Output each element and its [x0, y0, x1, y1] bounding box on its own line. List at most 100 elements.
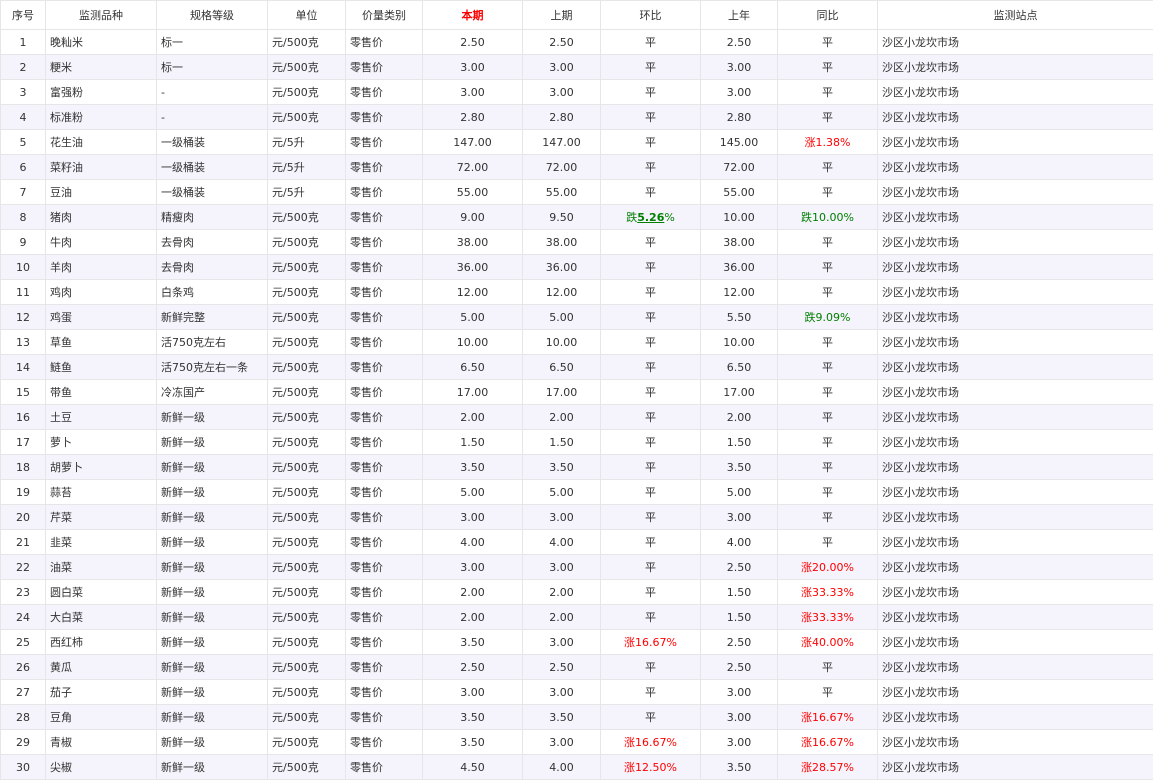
- cell-month-on-month: 平: [600, 454, 701, 480]
- cell-year-on-year: 平: [777, 479, 878, 505]
- cell-grade: 新鲜一级: [156, 704, 268, 730]
- cell-item: 带鱼: [45, 379, 157, 405]
- cell-unit: 元/500克: [267, 404, 346, 430]
- cell-year-on-year: 涨28.57%: [777, 754, 878, 780]
- cell-previous: 2.50: [522, 654, 601, 680]
- table-row: 7 豆油 一级桶装 元/5升 零售价 55.00 55.00 平 55.00 平沙区小龙坎市场: [0, 179, 1153, 205]
- cell-unit: 元/500克: [267, 429, 346, 455]
- change-text: 平: [822, 61, 833, 74]
- cell-no: 6: [0, 154, 46, 180]
- cell-current: 2.50: [422, 29, 523, 55]
- cell-no: 17: [0, 429, 46, 455]
- cell-grade: 标一: [156, 29, 268, 55]
- table-header-row: 序号 监测品种 规格等级 单位 价量类别 本期 上期 环比 上年 同比 监测站点: [0, 0, 1153, 30]
- cell-last-year: 4.00: [700, 529, 778, 555]
- cell-price-type: 零售价: [345, 54, 423, 80]
- cell-year-on-year: 平: [777, 229, 878, 255]
- change-text: 平: [645, 236, 656, 249]
- cell-price-type: 零售价: [345, 304, 423, 330]
- cell-last-year: 1.50: [700, 579, 778, 605]
- cell-item: 鲢鱼: [45, 354, 157, 380]
- change-text: 平: [645, 436, 656, 449]
- cell-item: 芹菜: [45, 504, 157, 530]
- table-row: 3 富强粉 - 元/500克 零售价 3.00 3.00 平 3.00 平沙区小龙坎市场: [0, 79, 1153, 105]
- cell-previous: 3.00: [522, 54, 601, 80]
- cell-no: 28: [0, 704, 46, 730]
- change-value-link[interactable]: 5.26: [637, 211, 664, 224]
- cell-grade: 新鲜一级: [156, 579, 268, 605]
- change-text: 涨33.33%: [801, 586, 854, 599]
- change-suffix: %: [664, 211, 675, 224]
- table-row: 14 鲢鱼 活750克左右一条 元/500克 零售价 6.50 6.50 平 6.50 平沙区小龙…: [0, 354, 1153, 380]
- cell-month-on-month: 平: [600, 104, 701, 130]
- header-unit: 单位: [267, 0, 346, 30]
- cell-last-year: 6.50: [700, 354, 778, 380]
- change-text: 涨28.57%: [801, 761, 854, 774]
- cell-station: 沙区小龙坎市场: [877, 429, 1153, 455]
- table-row: 2 粳米 标一 元/500克 零售价 3.00 3.00 平 3.00 平沙区小龙坎市场: [0, 54, 1153, 80]
- cell-price-type: 零售价: [345, 354, 423, 380]
- change-text: 平: [645, 461, 656, 474]
- cell-grade: 白条鸡: [156, 279, 268, 305]
- cell-month-on-month: 平: [600, 429, 701, 455]
- cell-station: 沙区小龙坎市场: [877, 404, 1153, 430]
- cell-current: 3.00: [422, 79, 523, 105]
- cell-station: 沙区小龙坎市场: [877, 529, 1153, 555]
- cell-current: 17.00: [422, 379, 523, 405]
- cell-current: 3.00: [422, 54, 523, 80]
- cell-unit: 元/500克: [267, 529, 346, 555]
- cell-current: 9.00: [422, 204, 523, 230]
- cell-no: 5: [0, 129, 46, 155]
- header-previous-period: 上期: [522, 0, 601, 30]
- cell-last-year: 36.00: [700, 254, 778, 280]
- cell-last-year: 72.00: [700, 154, 778, 180]
- cell-year-on-year: 涨33.33%: [777, 604, 878, 630]
- header-year-on-year: 同比: [777, 0, 878, 30]
- cell-item: 黄瓜: [45, 654, 157, 680]
- change-text: 平: [645, 486, 656, 499]
- cell-price-type: 零售价: [345, 754, 423, 780]
- cell-no: 27: [0, 679, 46, 705]
- cell-current: 147.00: [422, 129, 523, 155]
- cell-year-on-year: 跌9.09%: [777, 304, 878, 330]
- cell-previous: 4.00: [522, 529, 601, 555]
- cell-month-on-month: 平: [600, 404, 701, 430]
- cell-current: 2.50: [422, 654, 523, 680]
- cell-year-on-year: 平: [777, 454, 878, 480]
- cell-item: 粳米: [45, 54, 157, 80]
- cell-last-year: 145.00: [700, 129, 778, 155]
- cell-no: 23: [0, 579, 46, 605]
- cell-unit: 元/500克: [267, 254, 346, 280]
- cell-station: 沙区小龙坎市场: [877, 229, 1153, 255]
- cell-item: 鸡蛋: [45, 304, 157, 330]
- cell-month-on-month: 平: [600, 54, 701, 80]
- cell-previous: 4.00: [522, 754, 601, 780]
- cell-unit: 元/500克: [267, 704, 346, 730]
- cell-year-on-year: 平: [777, 154, 878, 180]
- cell-price-type: 零售价: [345, 254, 423, 280]
- cell-year-on-year: 平: [777, 404, 878, 430]
- cell-item: 富强粉: [45, 79, 157, 105]
- cell-price-type: 零售价: [345, 379, 423, 405]
- cell-no: 10: [0, 254, 46, 280]
- cell-last-year: 2.50: [700, 629, 778, 655]
- cell-station: 沙区小龙坎市场: [877, 279, 1153, 305]
- change-text: 平: [822, 336, 833, 349]
- cell-current: 55.00: [422, 179, 523, 205]
- cell-station: 沙区小龙坎市场: [877, 179, 1153, 205]
- cell-year-on-year: 平: [777, 29, 878, 55]
- cell-previous: 6.50: [522, 354, 601, 380]
- cell-year-on-year: 平: [777, 279, 878, 305]
- cell-unit: 元/500克: [267, 204, 346, 230]
- table-row: 26 黄瓜 新鲜一级 元/500克 零售价 2.50 2.50 平 2.50 平沙区小龙坎市场: [0, 654, 1153, 680]
- cell-current: 2.00: [422, 604, 523, 630]
- cell-item: 羊肉: [45, 254, 157, 280]
- cell-previous: 5.00: [522, 304, 601, 330]
- cell-no: 9: [0, 229, 46, 255]
- change-text: 平: [645, 86, 656, 99]
- change-text: 涨1.38%: [804, 136, 851, 149]
- cell-year-on-year: 平: [777, 54, 878, 80]
- change-text: 平: [822, 411, 833, 424]
- cell-last-year: 1.50: [700, 429, 778, 455]
- table-row: 29 青椒 新鲜一级 元/500克 零售价 3.50 3.00 涨16.67% 3.00 涨16.…: [0, 729, 1153, 755]
